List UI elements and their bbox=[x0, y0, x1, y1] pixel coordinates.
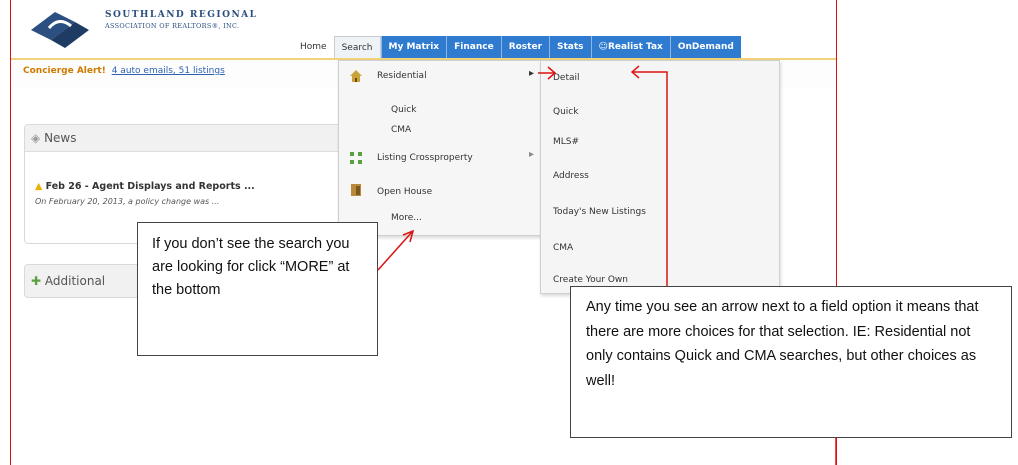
tab-search[interactable]: Search bbox=[333, 36, 381, 59]
news-header[interactable]: ◈ News bbox=[25, 125, 345, 152]
additional-panel[interactable]: ✚ Additional bbox=[24, 264, 142, 298]
news-item-summary: On February 20, 2013, a policy change wa… bbox=[35, 197, 220, 206]
logo-subtitle: ASSOCIATION OF REALTORS®, INC. bbox=[105, 22, 240, 30]
callout-arrow: Any time you see an arrow next to a fiel… bbox=[570, 286, 1012, 438]
submenu-cma[interactable]: CMA bbox=[553, 243, 573, 253]
house-icon bbox=[350, 70, 362, 82]
tab-home[interactable]: Home bbox=[293, 36, 334, 58]
crossproperty-icon bbox=[350, 152, 362, 164]
submenu-detail[interactable]: Detail bbox=[553, 73, 580, 83]
callout-more: If you don’t see the search you are look… bbox=[137, 222, 378, 356]
concierge-alert: Concierge Alert! 4 auto emails, 51 listi… bbox=[23, 66, 225, 76]
realist-icon: ☺ bbox=[598, 42, 608, 52]
submenu-quick[interactable]: Quick bbox=[553, 107, 578, 117]
tag-icon: ◈ bbox=[31, 131, 41, 145]
news-item-title[interactable]: ▲ Feb 26 - Agent Displays and Reports ..… bbox=[35, 181, 255, 192]
plus-icon: ✚ bbox=[31, 274, 42, 288]
menu-more[interactable]: More... bbox=[391, 213, 422, 223]
submenu-create-your-own[interactable]: Create Your Own bbox=[553, 275, 628, 285]
submenu-todays-new-listings[interactable]: Today's New Listings bbox=[553, 207, 646, 217]
tab-realist-tax[interactable]: ☺Realist Tax bbox=[590, 36, 670, 58]
tab-stats[interactable]: Stats bbox=[549, 36, 591, 58]
tab-ondemand[interactable]: OnDemand bbox=[669, 36, 741, 58]
submenu-arrow-icon: ▸ bbox=[529, 149, 535, 160]
residential-submenu: Detail Quick MLS# Address Today's New Li… bbox=[540, 60, 780, 294]
search-dropdown: Residential ▸ Quick CMA Listing Crosspro… bbox=[338, 60, 544, 236]
news-title-text: Feb 26 - Agent Displays and Reports ... bbox=[45, 181, 255, 192]
main-nav: Home Search My Matrix Finance Roster Sta… bbox=[293, 36, 741, 59]
arrow-to-more bbox=[377, 231, 413, 271]
tab-realist-tax-label: Realist Tax bbox=[607, 42, 663, 52]
submenu-mls[interactable]: MLS# bbox=[553, 137, 579, 147]
logo-icon bbox=[31, 12, 89, 48]
menu-quick[interactable]: Quick bbox=[391, 105, 416, 115]
open-house-icon bbox=[351, 184, 361, 196]
alert-label: Concierge Alert! bbox=[23, 66, 106, 76]
submenu-address[interactable]: Address bbox=[553, 171, 589, 181]
menu-open-house[interactable]: Open House bbox=[377, 187, 432, 197]
alert-link[interactable]: 4 auto emails, 51 listings bbox=[112, 66, 225, 76]
header: SOUTHLAND REGIONAL ASSOCIATION OF REALTO… bbox=[11, 0, 836, 60]
news-heading: News bbox=[44, 131, 77, 145]
additional-heading: Additional bbox=[44, 274, 106, 288]
tab-roster[interactable]: Roster bbox=[500, 36, 550, 58]
menu-listing-crossproperty[interactable]: Listing Crossproperty bbox=[377, 153, 473, 163]
submenu-arrow-icon: ▸ bbox=[529, 68, 535, 79]
tab-my-matrix[interactable]: My Matrix bbox=[380, 36, 447, 58]
logo-name: SOUTHLAND REGIONAL bbox=[105, 10, 258, 20]
tab-finance[interactable]: Finance bbox=[446, 36, 501, 58]
warning-icon: ▲ bbox=[35, 181, 43, 192]
menu-cma[interactable]: CMA bbox=[391, 125, 411, 135]
menu-residential[interactable]: Residential bbox=[377, 71, 427, 81]
